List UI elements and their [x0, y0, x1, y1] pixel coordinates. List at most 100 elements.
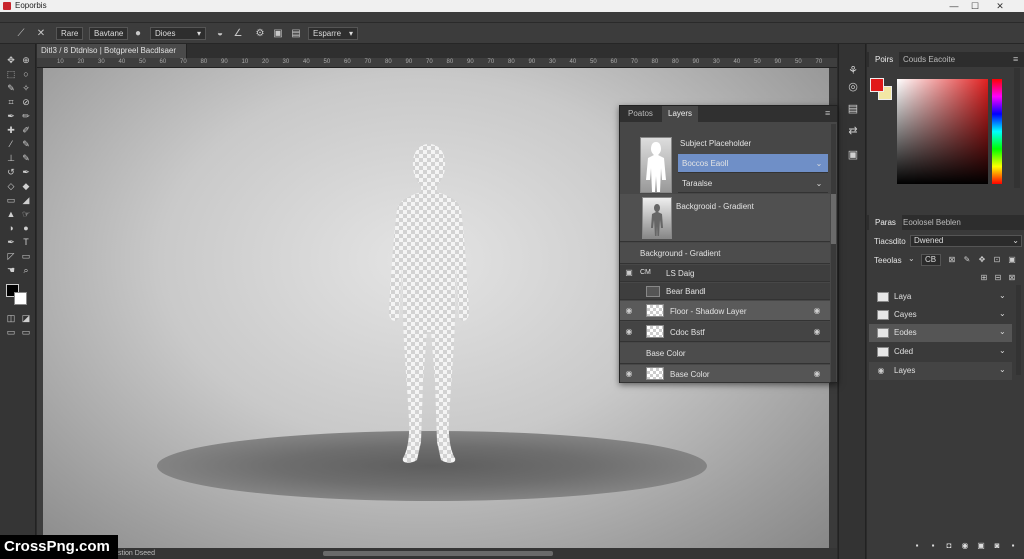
clone-stamp-tool-icon[interactable]: ⊥ — [5, 152, 17, 164]
paint-bucket-tool-icon[interactable]: ◢ — [20, 194, 32, 206]
eraser-tool-icon[interactable]: ◇ — [5, 180, 17, 192]
adjustment-icon[interactable]: ◉ — [960, 541, 970, 551]
slice-tool-icon[interactable]: ⊘ — [20, 96, 32, 108]
lock-icon[interactable]: ⊠ — [947, 255, 957, 265]
scroll-thumb[interactable] — [831, 194, 836, 244]
history-brush-tool-icon[interactable]: ↺ — [5, 166, 17, 178]
new-layer-icon[interactable]: ◙ — [992, 541, 1002, 551]
link-icon[interactable]: ⊠ — [1007, 273, 1017, 283]
magic-wand-tool-icon[interactable]: ✧ — [20, 82, 32, 94]
tab-couds-eacoite[interactable]: Couds Eacoite — [897, 52, 961, 68]
ruler-tool-icon[interactable]: ✏ — [20, 110, 32, 122]
list-item-selected[interactable]: Eodes ⌄ — [869, 324, 1012, 342]
list-item[interactable]: Cayes ⌄ — [869, 306, 1012, 324]
chevron-down-icon[interactable]: ⌄ — [999, 346, 1006, 355]
shape-tool-icon[interactable]: ▭ — [20, 250, 32, 262]
layer-row[interactable]: ◉ Floor - Shadow Layer ◉ — [620, 301, 830, 321]
tab-poirs[interactable]: Poirs — [869, 52, 900, 68]
panel-menu-icon[interactable]: ≡ — [825, 108, 830, 118]
extra-tool-icon[interactable]: ▭ — [5, 326, 17, 338]
bg-eraser-tool-icon[interactable]: ◆ — [20, 180, 32, 192]
quick-select-tool-icon[interactable]: ✎ — [5, 82, 17, 94]
hand-tool-icon[interactable]: ☚ — [5, 264, 17, 276]
brush-tool-icon[interactable]: ⟋ — [14, 27, 28, 40]
patch-tool-icon[interactable]: ✐ — [20, 124, 32, 136]
folder-icon[interactable]: ▣ — [976, 541, 986, 551]
brush-tool-icon[interactable]: ⁄ — [5, 138, 17, 150]
mode-dropdown[interactable]: Dioes ▾ — [150, 27, 206, 40]
adjustments-icon[interactable]: ⚘ — [845, 64, 861, 78]
chevron-down-icon[interactable]: ⌄ — [814, 179, 824, 188]
link-layers-icon[interactable]: ▪ — [912, 541, 922, 551]
chevron-down-icon[interactable]: ⌄ — [999, 365, 1006, 374]
canvas-horizontal-scrollbar[interactable] — [118, 548, 837, 559]
type-tool-icon[interactable]: T — [20, 236, 32, 248]
bavtane-button[interactable]: Bavtane — [89, 27, 129, 40]
layers-scrollbar[interactable] — [831, 124, 836, 382]
eyedropper-tool-icon[interactable]: ✒ — [5, 110, 17, 122]
foreground-color-chip[interactable] — [870, 78, 884, 92]
layer-section-header[interactable]: Base Color — [620, 343, 830, 364]
layer-row[interactable]: Taraalse ⌄ — [678, 174, 828, 193]
minimize-button[interactable]: — — [944, 0, 964, 12]
lasso-tool-icon[interactable]: ○ — [20, 68, 32, 80]
layer-row-selected[interactable]: Boccos Eaoll ⌄ — [678, 154, 828, 173]
channels-icon[interactable]: ▤ — [845, 102, 861, 116]
lower-panel-scrollbar[interactable] — [1016, 285, 1021, 375]
healing-tool-icon[interactable]: ✚ — [5, 124, 17, 136]
color-panel-scrollbar[interactable] — [1014, 68, 1020, 188]
symmetry-icon[interactable]: ▣ — [271, 27, 285, 40]
tab-layers[interactable]: Layers — [662, 106, 699, 122]
smudge-tool-icon[interactable]: ☞ — [20, 208, 32, 220]
document-tab[interactable]: Ditl3 / 8 Dtdnlso | Botgpreel Bacdlsaer — [37, 44, 187, 58]
layer-label[interactable]: Subject Placeholder — [680, 139, 751, 148]
extra-tool-2-icon[interactable]: ▭ — [20, 326, 32, 338]
path-select-tool-icon[interactable]: ◸ — [5, 250, 17, 262]
blend-mode-select[interactable]: Dwened ⌄ — [910, 235, 1022, 247]
chevron-down-icon[interactable]: ⌄ — [908, 254, 915, 263]
paths-icon[interactable]: ⇄ — [845, 124, 861, 138]
burn-tool-icon[interactable]: ● — [20, 222, 32, 234]
trash-icon[interactable]: ▪ — [1008, 541, 1018, 551]
list-item[interactable]: ◉ Layes ⌄ — [869, 362, 1012, 380]
opacity-field[interactable]: CB — [921, 254, 941, 266]
brush-lock-icon[interactable]: ✎ — [962, 255, 972, 265]
pressure-size-icon[interactable]: ▤ — [289, 27, 303, 40]
eye-icon[interactable]: ◉ — [624, 327, 634, 337]
scroll-thumb[interactable] — [323, 551, 553, 556]
crop-tool-icon[interactable]: ⌗ — [5, 96, 17, 108]
layer-row[interactable]: Bear Bandl — [620, 283, 830, 300]
brush-preset-icon[interactable]: ● — [131, 27, 145, 40]
marquee-tool-icon[interactable]: ⬚ — [5, 68, 17, 80]
layer-row[interactable]: ▣ CM LS Daig — [620, 265, 830, 282]
chevron-down-icon[interactable]: ⌄ — [999, 327, 1006, 336]
styles-icon[interactable]: ◎ — [845, 80, 861, 94]
smoothing-icon[interactable]: ⚙ — [253, 27, 267, 40]
screen-mode-icon[interactable]: ◪ — [20, 312, 32, 324]
move-lock-icon[interactable]: ✥ — [977, 255, 987, 265]
layer-section-header[interactable]: Background - Gradient — [620, 243, 830, 264]
fx-icon[interactable]: ▪ — [928, 541, 938, 551]
close-button[interactable]: ✕ — [990, 0, 1010, 12]
pencil-tool-icon[interactable]: ✎ — [20, 138, 32, 150]
tab-eoolosel-beblen[interactable]: Eoolosel Beblen — [897, 215, 967, 231]
background-color-swatch[interactable] — [14, 292, 27, 305]
color-picker-field[interactable] — [897, 79, 988, 184]
eye-icon[interactable]: ◉ — [876, 366, 886, 376]
maximize-button[interactable]: ☐ — [965, 0, 985, 12]
quick-mask-icon[interactable]: ◫ — [5, 312, 17, 324]
new-layer-icon[interactable]: ⊞ — [979, 273, 989, 283]
layer-row[interactable]: ◉ Base Color ◉ — [620, 365, 830, 383]
gradient-tool-icon[interactable]: ▭ — [5, 194, 17, 206]
camera-icon[interactable]: ▣ — [624, 268, 634, 278]
all-lock-icon[interactable]: ▣ — [1007, 255, 1017, 265]
pen-tool-icon[interactable]: ✒ — [5, 236, 17, 248]
chevron-down-icon[interactable]: ⌄ — [999, 309, 1006, 318]
mask-icon[interactable]: ◘ — [944, 541, 954, 551]
pen-pressure-icon[interactable]: ∠ — [231, 27, 245, 40]
zoom-tool-icon[interactable]: ⌕ — [20, 264, 32, 276]
eye-icon[interactable]: ◉ — [624, 369, 634, 379]
move-tool-icon[interactable]: ✥ — [5, 54, 17, 66]
layer-row[interactable]: Backgrooid - Gradient — [620, 194, 830, 242]
pattern-stamp-tool-icon[interactable]: ✎ — [20, 152, 32, 164]
